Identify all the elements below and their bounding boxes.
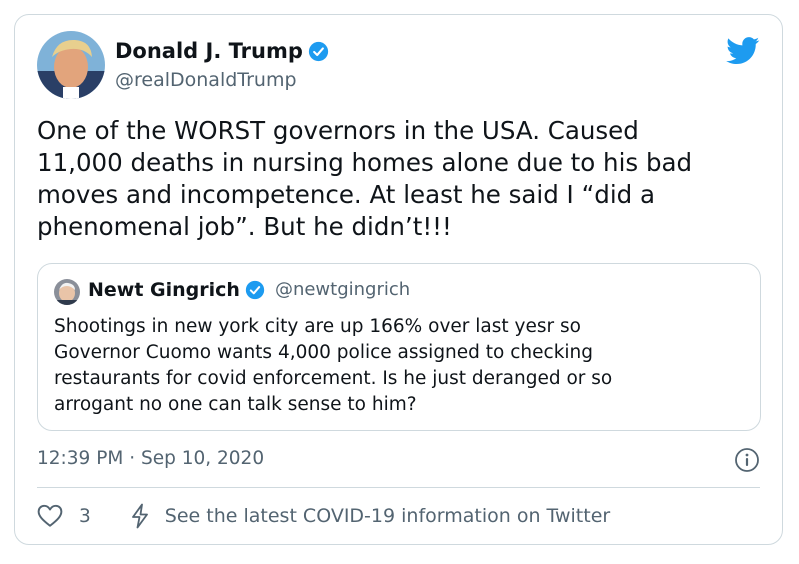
covid-info-text: See the latest COVID-19 information on T… bbox=[164, 505, 611, 527]
tweet-card: Donald J. Trump @realDonaldTrump One of … bbox=[14, 14, 783, 545]
divider bbox=[37, 487, 760, 488]
quoted-author-display-name[interactable]: Newt Gingrich bbox=[88, 278, 240, 302]
author-display-name[interactable]: Donald J. Trump bbox=[115, 39, 303, 63]
verified-badge-icon bbox=[245, 280, 265, 300]
lightning-bolt-icon bbox=[131, 503, 148, 529]
info-icon[interactable] bbox=[734, 447, 760, 473]
like-count: 3 bbox=[79, 505, 91, 527]
tweet-timestamp[interactable]: 12:39 PM · Sep 10, 2020 bbox=[37, 447, 264, 471]
tweet-text: One of the WORST governors in the USA. C… bbox=[37, 116, 693, 241]
covid-info-link[interactable]: See the latest COVID-19 information on T… bbox=[129, 503, 610, 529]
heart-icon bbox=[37, 504, 63, 527]
author-handle[interactable]: @realDonaldTrump bbox=[115, 68, 329, 92]
twitter-bird-icon[interactable] bbox=[726, 37, 760, 65]
like-button[interactable]: 3 bbox=[37, 504, 91, 528]
quoted-tweet-text: Shootings in new york city are up 166% o… bbox=[54, 316, 613, 415]
author-avatar[interactable] bbox=[37, 31, 105, 99]
quoted-author-handle[interactable]: @newtgingrich bbox=[275, 278, 410, 302]
verified-badge-icon bbox=[308, 41, 328, 61]
quoted-author-avatar[interactable] bbox=[54, 279, 80, 305]
quoted-tweet[interactable]: Newt Gingrich @newtgingrich Shootings in… bbox=[37, 263, 761, 431]
